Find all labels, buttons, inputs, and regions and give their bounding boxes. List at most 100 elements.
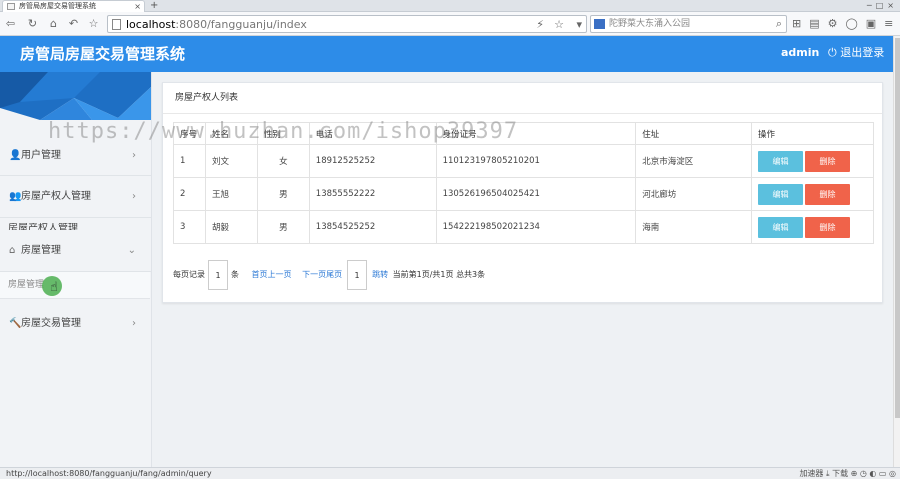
cell-phone: 13855552222: [308, 177, 437, 211]
watermark-text: https://www.huzhan.com/ishop39397: [48, 119, 519, 144]
next-last-link[interactable]: 下一页尾页: [302, 270, 342, 279]
browser-toolbar: ⇦ ↻ ⌂ ↶ ☆ localhost:8080/fangguanju/inde…: [0, 12, 900, 36]
current-user[interactable]: admin: [781, 36, 819, 69]
sidebar-item-houses[interactable]: ⌂ 房屋管理 ⌄: [0, 232, 151, 270]
accelerator-button[interactable]: 加速器: [799, 469, 823, 478]
new-tab-button[interactable]: +: [150, 0, 158, 11]
pagination: 每页记录 1 条 首页上一页 下一页尾页 1 跳转 当前第1页/共1页 总共3条: [173, 260, 485, 290]
cell-no: 3: [173, 210, 206, 244]
search-icon[interactable]: ⌕: [776, 16, 782, 32]
logout-button[interactable]: ⏻ 退出登录: [828, 36, 884, 69]
delete-button[interactable]: 删除: [805, 216, 851, 238]
per-page-input[interactable]: 1: [208, 260, 228, 290]
cell-phone: 13854525252: [308, 210, 437, 244]
cell-gender: 女: [256, 144, 310, 178]
table-row: 3 胡毅 男 13854525252 154222198502021234 海南…: [173, 210, 874, 244]
submenu-peek: 房屋产权人管理: [8, 223, 78, 230]
sidebar-item-transactions[interactable]: 🔨房屋交易管理 ›: [0, 305, 151, 343]
app-title: 房管局房屋交易管理系统: [20, 45, 186, 63]
cell-gender: 男: [256, 210, 310, 244]
divider: [0, 175, 151, 176]
gavel-icon: 🔨: [9, 318, 22, 329]
jump-link[interactable]: 跳转: [372, 270, 388, 279]
sidebar-item-owners[interactable]: 👥房屋产权人管理 ›: [0, 178, 151, 216]
edit-button[interactable]: 编辑: [758, 183, 804, 205]
back-icon[interactable]: ⇦: [3, 16, 18, 31]
download-button[interactable]: 下载: [832, 469, 848, 478]
dropdown-arrow-icon[interactable]: ▾: [576, 17, 582, 32]
cell-name: 刘文: [204, 144, 258, 178]
cell-name: 王旭: [204, 177, 258, 211]
table-row: 1 刘文 女 18912525252 110123197805210201 北京…: [173, 144, 874, 178]
url-host: localhost: [126, 18, 176, 31]
page-favicon-icon: [7, 3, 15, 10]
cell-address: 北京市海淀区: [635, 144, 753, 178]
divider: [163, 113, 882, 114]
browser-tab-title: 房管局房屋交易管理系统: [19, 2, 96, 10]
undo-icon[interactable]: ↶: [66, 16, 81, 31]
first-prev-link[interactable]: 首页上一页: [252, 270, 292, 279]
browser-tools-icon[interactable]: ⊞▤⚙◯▣≡: [792, 16, 900, 31]
address-bar[interactable]: localhost:8080/fangguanju/index ⚡ ☆ ▾: [107, 15, 587, 33]
cell-name: 胡毅: [204, 210, 258, 244]
user-icon: 👤: [9, 150, 22, 161]
cell-actions: 编辑 删除: [751, 144, 874, 178]
search-engine-icon[interactable]: [594, 19, 605, 29]
column-header: 操作: [751, 122, 874, 145]
status-tools: 加速器 ⤓ 下载 ⊕ ◷ ◐ ▭ ◎: [799, 468, 896, 479]
delete-button[interactable]: 删除: [805, 150, 851, 172]
browser-tab-strip: 房管局房屋交易管理系统 × + ─□×: [0, 0, 900, 12]
sidebar-banner: [0, 72, 151, 120]
lightning-icon[interactable]: ⚡: [536, 17, 544, 32]
owner-list-panel: 房屋产权人列表 序号 姓名 性别 电话 身份证号 住址 操作 1 刘文 女 18…: [162, 82, 883, 303]
divider: [0, 217, 151, 218]
jump-page-input[interactable]: 1: [347, 260, 368, 290]
cell-gender: 男: [256, 177, 310, 211]
chevron-right-icon: ›: [132, 318, 136, 329]
submenu-item-house-manage[interactable]: 房屋管理: [0, 272, 150, 299]
cell-no: 2: [173, 177, 206, 211]
home-icon[interactable]: ⌂: [46, 16, 61, 31]
total-count-text: 总共3条: [456, 270, 486, 279]
tab-close-icon[interactable]: ×: [134, 1, 141, 12]
user-group-icon: 👥: [9, 191, 22, 202]
cell-actions: 编辑 删除: [751, 210, 874, 244]
logout-label: 退出登录: [840, 46, 885, 59]
sidebar-item-label: 房屋交易管理: [21, 318, 81, 329]
hand-cursor-icon: ☝: [50, 280, 58, 295]
cell-id: 154222198502021234: [435, 210, 637, 244]
url-path: :8080/fangguanju/index: [175, 18, 307, 31]
cell-phone: 18912525252: [308, 144, 437, 178]
window-controls[interactable]: ─□×: [867, 0, 898, 11]
table-row: 2 王旭 男 13855552222 130526196504025421 河北…: [173, 177, 874, 211]
bookmark-star-icon[interactable]: ☆: [554, 17, 564, 32]
sidebar-item-label: 房屋管理: [21, 245, 61, 256]
chevron-right-icon: ›: [132, 191, 136, 202]
browser-tab[interactable]: 房管局房屋交易管理系统 ×: [2, 0, 145, 12]
edit-button[interactable]: 编辑: [758, 150, 804, 172]
delete-button[interactable]: 删除: [805, 183, 851, 205]
cell-no: 1: [173, 144, 206, 178]
status-url: http://localhost:8080/fangguanju/fang/ad…: [6, 469, 212, 478]
browser-status-bar: http://localhost:8080/fangguanju/fang/ad…: [0, 467, 900, 479]
power-icon: ⏻: [828, 46, 837, 59]
page-icon: [112, 19, 121, 30]
refresh-icon[interactable]: ↻: [25, 16, 40, 31]
search-input[interactable]: 陀野菜大东涌入公园: [609, 16, 690, 32]
per-page-unit: 条: [231, 270, 239, 279]
current-page-text: 当前第1页/共1页: [392, 270, 454, 279]
cell-actions: 编辑 删除: [751, 177, 874, 211]
home-icon: ⌂: [9, 245, 16, 256]
edit-button[interactable]: 编辑: [758, 216, 804, 238]
search-box[interactable]: 陀野菜大东涌入公园 ⌕: [590, 15, 787, 33]
cell-id: 110123197805210201: [435, 144, 637, 178]
chevron-down-icon: ⌄: [127, 245, 136, 256]
page-scrollbar[interactable]: [893, 36, 900, 467]
panel-title: 房屋产权人列表: [175, 93, 239, 103]
favorite-star-icon[interactable]: ☆: [86, 16, 101, 31]
column-header: 住址: [635, 122, 753, 145]
cell-id: 130526196504025421: [435, 177, 637, 211]
scrollbar-thumb[interactable]: [895, 38, 900, 418]
zoom-icon[interactable]: ⊕ ◷ ◐ ▭ ◎: [851, 469, 896, 478]
cell-address: 海南: [635, 210, 753, 244]
